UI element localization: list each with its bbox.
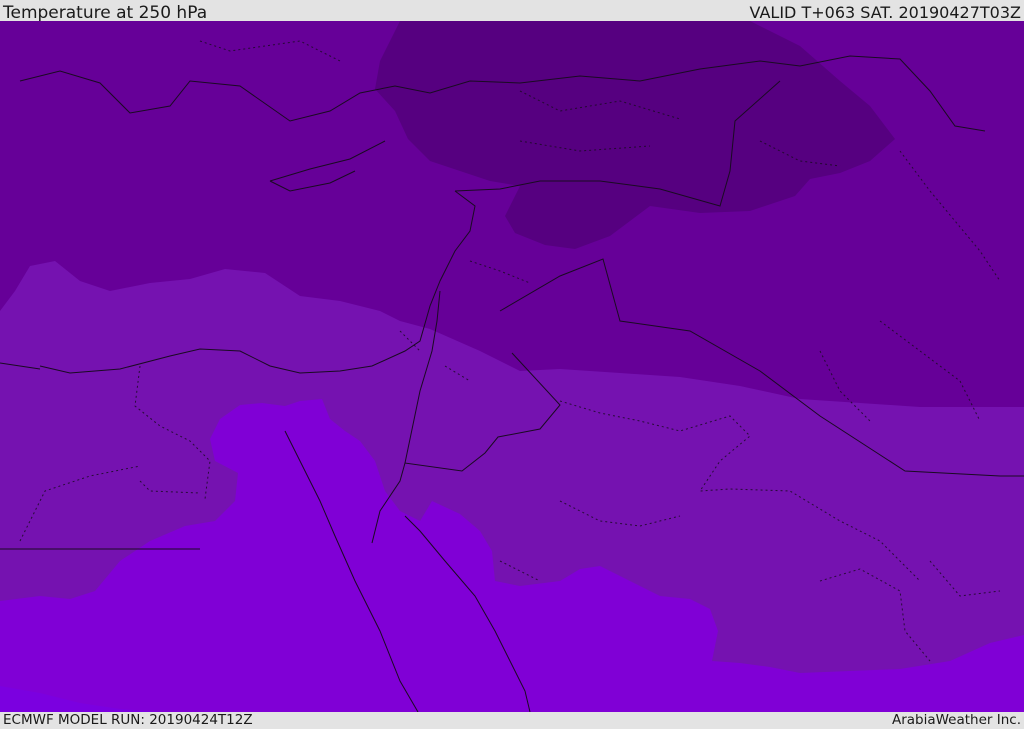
map-title: Temperature at 250 hPa: [3, 3, 208, 23]
footer-bar: ECMWF MODEL RUN: 20190424T12Z ArabiaWeat…: [0, 712, 1024, 729]
header-bar: Temperature at 250 hPa VALID T+063 SAT. …: [0, 0, 1024, 23]
valid-time-label: VALID T+063 SAT. 20190427T03Z: [749, 3, 1021, 22]
credit-label: ArabiaWeather Inc.: [891, 712, 1021, 728]
temperature-map: [0, 21, 1024, 712]
model-run-label: ECMWF MODEL RUN: 20190424T12Z: [3, 712, 253, 728]
